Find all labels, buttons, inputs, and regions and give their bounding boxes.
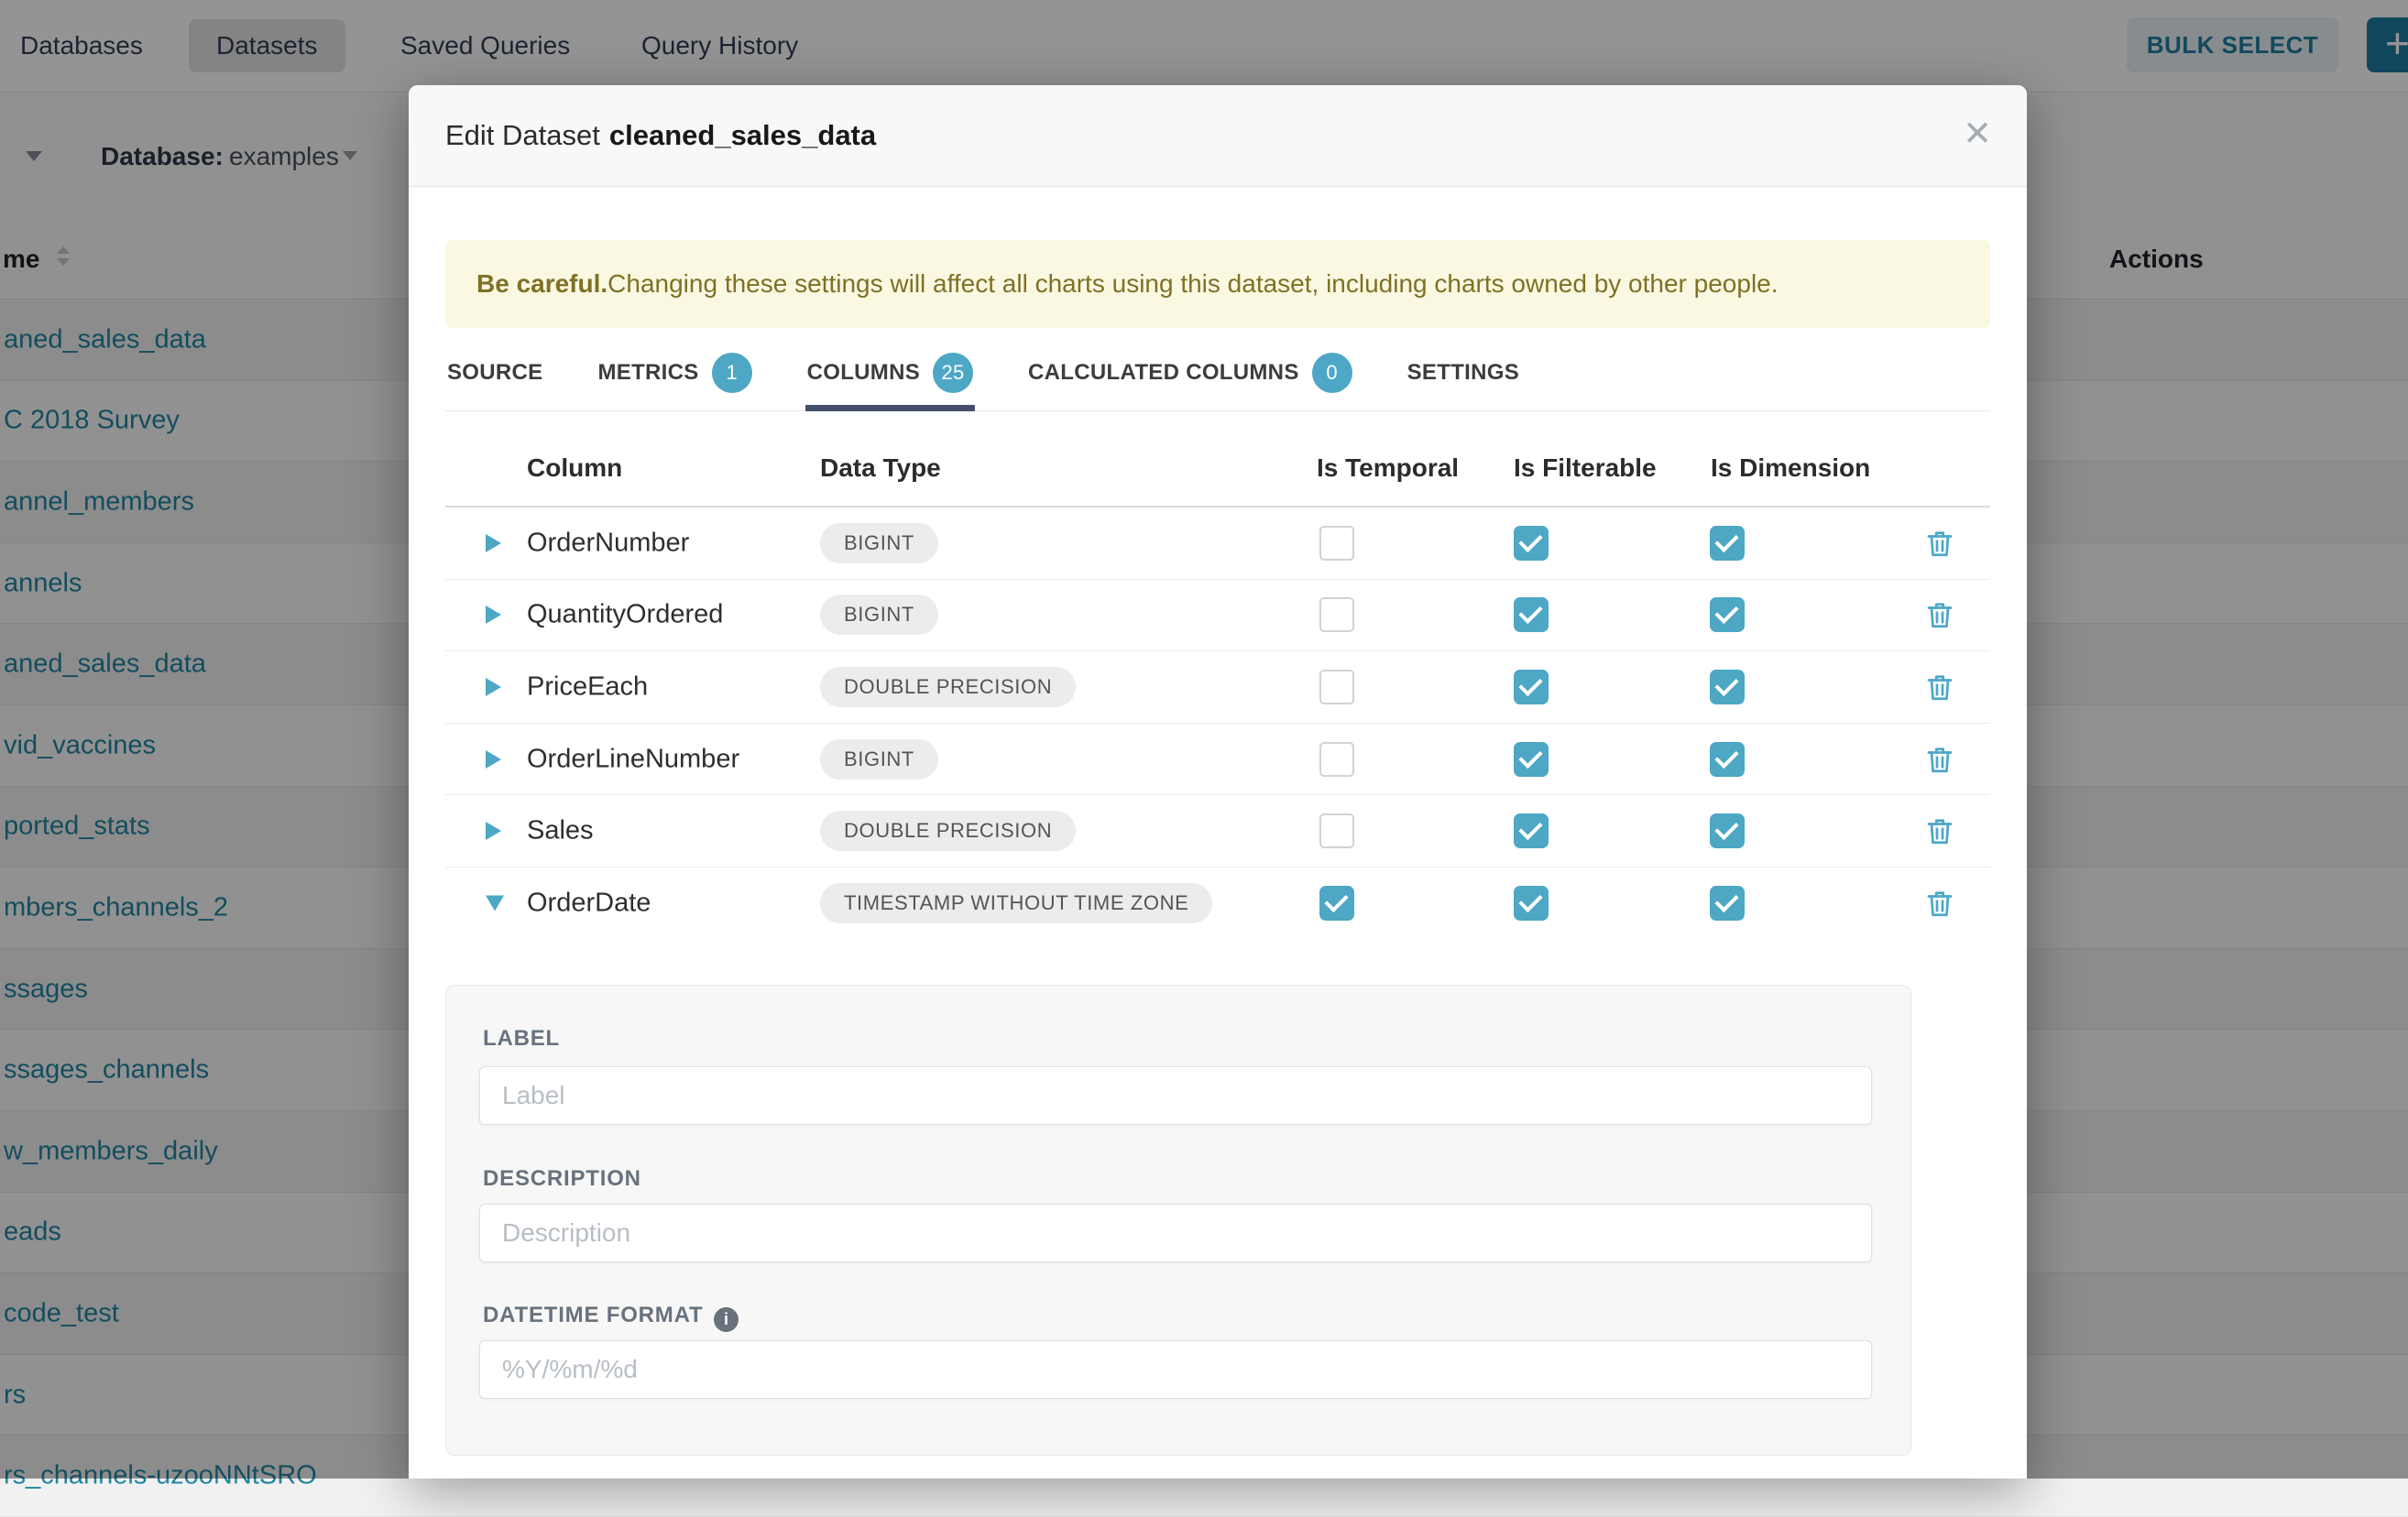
checkbox-is-temporal[interactable]	[1319, 742, 1354, 777]
data-type-pill: DOUBLE PRECISION	[820, 667, 1076, 707]
tab-count-badge: 1	[712, 353, 752, 393]
checkbox-is-temporal[interactable]	[1319, 670, 1354, 704]
tab-count-badge: 25	[933, 353, 973, 393]
column-name: OrderNumber	[527, 528, 689, 558]
info-icon[interactable]: i	[714, 1307, 739, 1332]
description-field-label: DESCRIPTION	[483, 1166, 641, 1192]
column-row: PriceEach DOUBLE PRECISION	[445, 651, 1990, 724]
tab-label: METRICS	[597, 360, 698, 386]
label-field-label: LABEL	[483, 1026, 560, 1052]
column-header-column: Column	[527, 431, 622, 506]
modal-title-dataset-name: cleaned_sales_data	[609, 119, 876, 151]
warning-banner: Be careful. Changing these settings will…	[445, 240, 1990, 328]
column-detail-panel: LABEL DESCRIPTION DATETIME FORMAT i	[445, 985, 1911, 1456]
tab-source[interactable]: SOURCE	[445, 334, 544, 410]
trash-icon[interactable]	[1923, 887, 1956, 920]
warning-banner-text: Changing these settings will affect all …	[607, 269, 1778, 299]
data-type-pill: TIMESTAMP WITHOUT TIME ZONE	[820, 883, 1212, 923]
tab-metrics[interactable]: METRICS 1	[596, 334, 753, 410]
trash-icon[interactable]	[1923, 814, 1956, 847]
checkbox-is-dimension[interactable]	[1710, 597, 1745, 632]
column-header-is-filterable: Is Filterable	[1514, 431, 1657, 506]
modal-title-prefix: Edit Dataset	[445, 119, 600, 151]
column-row: Sales DOUBLE PRECISION	[445, 795, 1990, 868]
tab-columns[interactable]: COLUMNS 25	[805, 334, 975, 410]
label-input[interactable]	[479, 1066, 1872, 1125]
checkbox-is-temporal[interactable]	[1319, 886, 1354, 921]
warning-banner-bold: Be careful.	[476, 269, 607, 299]
tab-settings[interactable]: SETTINGS	[1406, 334, 1521, 410]
checkbox-is-dimension[interactable]	[1710, 670, 1745, 704]
datetime-format-label-text: DATETIME FORMAT	[483, 1303, 703, 1327]
trash-icon[interactable]	[1923, 671, 1956, 704]
column-header-is-dimension: Is Dimension	[1711, 431, 1870, 506]
checkbox-is-dimension[interactable]	[1710, 886, 1745, 921]
caret-right-icon[interactable]	[486, 678, 501, 696]
modal-tabs: SOURCE METRICS 1 COLUMNS 25 CALCULATED COLUMN…	[445, 334, 1990, 411]
columns-table-header: Column Data Type Is Temporal Is Filterable I…	[445, 431, 1990, 506]
edit-dataset-modal: Edit Dataset cleaned_sales_data ✕ Be care…	[409, 85, 2027, 1479]
checkbox-is-temporal[interactable]	[1319, 526, 1354, 561]
datetime-format-field-label: DATETIME FORMAT i	[483, 1303, 739, 1332]
columns-table: OrderNumber BIGINT QuantityOrdered BIGINT Pr…	[445, 506, 1990, 940]
checkbox-is-dimension[interactable]	[1710, 742, 1745, 777]
checkbox-is-filterable[interactable]	[1514, 886, 1549, 921]
description-input[interactable]	[479, 1204, 1872, 1262]
checkbox-is-temporal[interactable]	[1319, 813, 1354, 848]
data-type-pill: DOUBLE PRECISION	[820, 811, 1076, 851]
checkbox-is-filterable[interactable]	[1514, 742, 1549, 777]
trash-icon[interactable]	[1923, 598, 1956, 631]
column-name: OrderDate	[527, 889, 651, 919]
checkbox-is-filterable[interactable]	[1514, 670, 1549, 704]
column-row: OrderLineNumber BIGINT	[445, 724, 1990, 796]
column-name: Sales	[527, 816, 594, 846]
modal-title: Edit Dataset cleaned_sales_data	[445, 119, 876, 152]
column-name: QuantityOrdered	[527, 600, 723, 630]
datetime-format-input[interactable]	[479, 1340, 1872, 1399]
tab-label: COLUMNS	[807, 360, 920, 386]
column-row: QuantityOrdered BIGINT	[445, 580, 1990, 652]
data-type-pill: BIGINT	[820, 595, 938, 635]
caret-right-icon[interactable]	[486, 822, 501, 840]
checkbox-is-filterable[interactable]	[1514, 597, 1549, 632]
checkbox-is-temporal[interactable]	[1319, 597, 1354, 632]
caret-right-icon[interactable]	[486, 534, 501, 552]
trash-icon[interactable]	[1923, 527, 1956, 560]
checkbox-is-filterable[interactable]	[1514, 813, 1549, 848]
column-row: OrderDate TIMESTAMP WITHOUT TIME ZONE	[445, 868, 1990, 940]
tab-label: CALCULATED COLUMNS	[1028, 360, 1299, 386]
close-icon[interactable]: ✕	[1963, 114, 1992, 155]
trash-icon[interactable]	[1923, 743, 1956, 776]
column-name: OrderLineNumber	[527, 744, 739, 774]
column-row: OrderNumber BIGINT	[445, 507, 1990, 580]
tab-label: SOURCE	[447, 360, 542, 386]
checkbox-is-dimension[interactable]	[1710, 813, 1745, 848]
column-header-is-temporal: Is Temporal	[1317, 431, 1459, 506]
caret-right-icon[interactable]	[486, 606, 501, 624]
caret-down-icon[interactable]	[486, 896, 504, 911]
tab-count-badge: 0	[1312, 353, 1352, 393]
tab-label: SETTINGS	[1407, 360, 1519, 386]
modal-header: Edit Dataset cleaned_sales_data ✕	[409, 85, 2027, 187]
data-type-pill: BIGINT	[820, 739, 938, 780]
tab-calculated-columns[interactable]: CALCULATED COLUMNS 0	[1026, 334, 1354, 410]
data-type-pill: BIGINT	[820, 523, 938, 563]
checkbox-is-filterable[interactable]	[1514, 526, 1549, 561]
checkbox-is-dimension[interactable]	[1710, 526, 1745, 561]
caret-right-icon[interactable]	[486, 750, 501, 769]
column-name: PriceEach	[527, 671, 648, 702]
column-header-data-type: Data Type	[820, 431, 941, 506]
